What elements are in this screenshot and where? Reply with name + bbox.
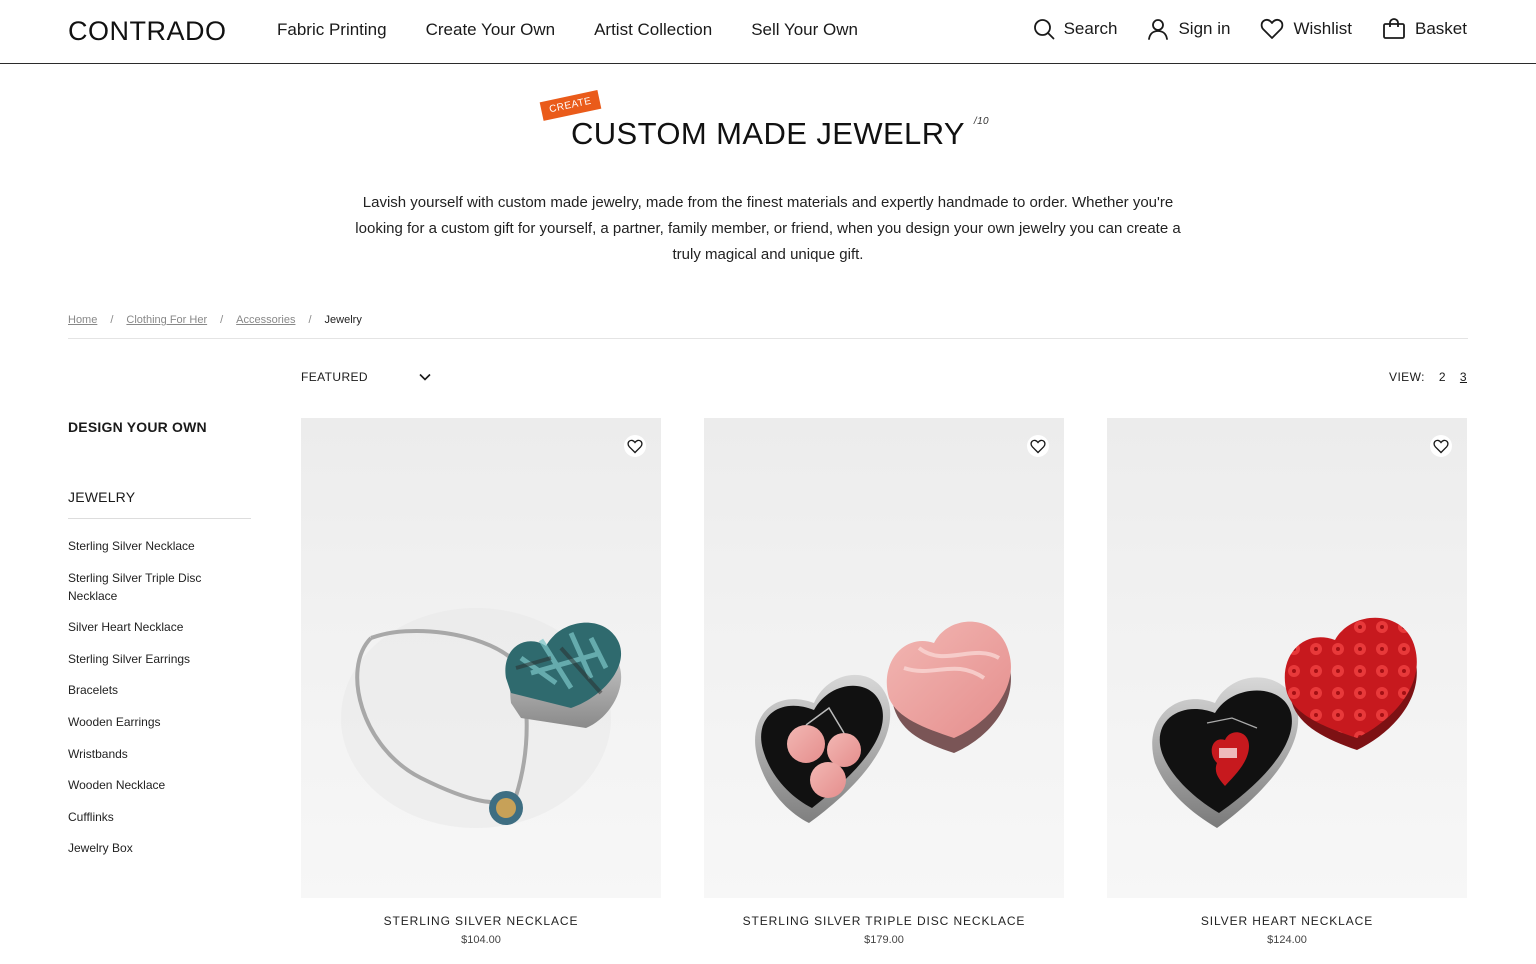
chevron-down-icon [419, 373, 431, 381]
product-card[interactable]: STERLING SILVER NECKLACE $104.00 [301, 418, 661, 946]
wishlist-label: Wishlist [1293, 19, 1353, 38]
view-label: VIEW: [1389, 370, 1425, 384]
breadcrumb-separator: / [220, 314, 224, 326]
main-nav: Fabric Printing Create Your Own Artist C… [277, 20, 897, 40]
heart-icon [1433, 439, 1449, 453]
sidebar-category[interactable]: JEWELRY [68, 489, 251, 519]
nav-sell-your-own[interactable]: Sell Your Own [751, 20, 858, 40]
sidebar-item-triple-disc-necklace[interactable]: Sterling Silver Triple Disc Necklace [68, 569, 238, 605]
sidebar-item-wristbands[interactable]: Wristbands [68, 745, 238, 763]
product-card[interactable]: SILVER HEART NECKLACE $124.00 [1107, 418, 1467, 946]
product-image-silver-heart [1152, 617, 1417, 828]
product-image[interactable] [301, 418, 661, 898]
breadcrumb-separator: / [110, 314, 114, 326]
page-title-text: CUSTOM MADE JEWELRY [570, 116, 965, 151]
logo[interactable]: CONTRADO [68, 16, 227, 47]
wishlist-toggle[interactable] [1027, 435, 1049, 457]
sidebar-item-jewelry-box[interactable]: Jewelry Box [68, 839, 238, 857]
basket-button[interactable]: Basket [1382, 18, 1467, 40]
breadcrumb-separator: / [308, 314, 312, 326]
breadcrumb-clothing-for-her[interactable]: Clothing For Her [126, 314, 207, 326]
breadcrumb-current: Jewelry [324, 314, 362, 326]
product-price: $124.00 [1267, 934, 1307, 946]
product-card[interactable]: STERLING SILVER TRIPLE DISC NECKLACE $17… [704, 418, 1064, 946]
product-name[interactable]: STERLING SILVER TRIPLE DISC NECKLACE [704, 914, 1064, 928]
product-name[interactable]: STERLING SILVER NECKLACE [301, 914, 661, 928]
header-tools: Search Sign in Wishlist Basket [1003, 18, 1467, 40]
view-option-3[interactable]: 3 [1460, 370, 1467, 384]
breadcrumb-home[interactable]: Home [68, 314, 97, 326]
breadcrumb-accessories[interactable]: Accessories [236, 314, 295, 326]
breadcrumb: Home / Clothing For Her / Accessories / Jewelr… [68, 314, 1468, 339]
signin-label: Sign in [1178, 19, 1231, 38]
nav-artist-collection[interactable]: Artist Collection [594, 20, 712, 40]
wishlist-toggle[interactable] [1430, 435, 1452, 457]
product-image-triple-disc [755, 621, 1011, 823]
heart-icon [1261, 18, 1284, 39]
signin-button[interactable]: Sign in [1147, 18, 1230, 40]
search-label: Search [1063, 19, 1118, 38]
view-option-2[interactable]: 2 [1439, 370, 1446, 384]
sidebar-item-bracelets[interactable]: Bracelets [68, 681, 238, 699]
intro-text: Lavish yourself with custom made jewelry… [355, 194, 1181, 263]
heart-icon [627, 439, 643, 453]
product-price: $104.00 [461, 934, 501, 946]
sidebar-item-sterling-silver-necklace[interactable]: Sterling Silver Necklace [68, 537, 238, 555]
heart-icon [1030, 439, 1046, 453]
sidebar-item-sterling-silver-earrings[interactable]: Sterling Silver Earrings [68, 650, 238, 668]
sidebar-list: Sterling Silver Necklace Sterling Silver… [68, 537, 238, 871]
sidebar-heading: DESIGN YOUR OWN [68, 419, 207, 435]
hero: CREATE CUSTOM MADE JEWELRY /10 [0, 90, 1536, 152]
product-count: /10 [973, 116, 989, 127]
sort-dropdown[interactable]: FEATURED [301, 370, 431, 384]
view-selector: VIEW: 2 3 [1389, 370, 1467, 384]
wishlist-button[interactable]: Wishlist [1260, 18, 1352, 40]
product-image[interactable] [1107, 418, 1467, 898]
nav-create-your-own[interactable]: Create Your Own [426, 20, 555, 40]
basket-label: Basket [1415, 19, 1467, 38]
search-button[interactable]: Search [1033, 18, 1118, 40]
sidebar-item-cufflinks[interactable]: Cufflinks [68, 808, 238, 826]
sidebar-item-wooden-earrings[interactable]: Wooden Earrings [68, 713, 238, 731]
user-icon [1148, 19, 1169, 40]
product-price: $179.00 [864, 934, 904, 946]
product-image[interactable] [704, 418, 1064, 898]
basket-icon [1383, 18, 1405, 39]
product-image-necklace [341, 608, 622, 828]
sort-label: FEATURED [301, 370, 368, 384]
wishlist-toggle[interactable] [624, 435, 646, 457]
site-header: CONTRADO Fabric Printing Create Your Own… [0, 0, 1536, 64]
sidebar-item-silver-heart-necklace[interactable]: Silver Heart Necklace [68, 618, 238, 636]
nav-fabric-printing[interactable]: Fabric Printing [277, 20, 387, 40]
product-name[interactable]: SILVER HEART NECKLACE [1107, 914, 1467, 928]
page-title: CREATE CUSTOM MADE JEWELRY /10 [539, 90, 989, 152]
search-icon [1033, 19, 1054, 40]
sidebar-item-wooden-necklace[interactable]: Wooden Necklace [68, 776, 238, 794]
